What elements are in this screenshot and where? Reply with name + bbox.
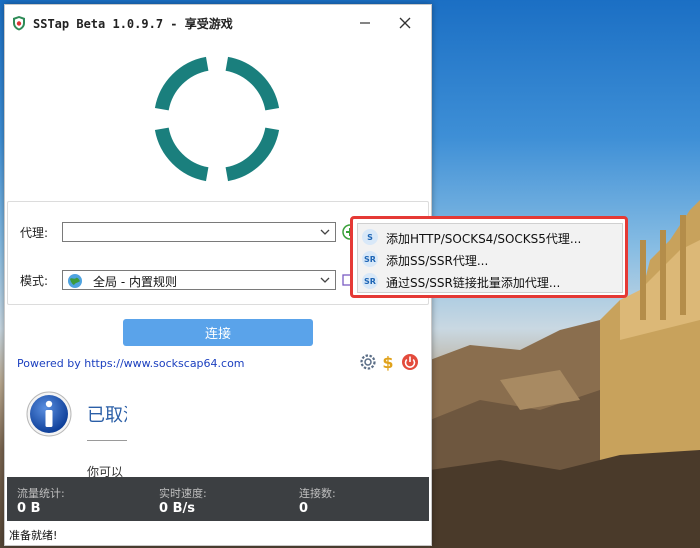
svg-text:$: $ [382, 353, 393, 371]
connect-button[interactable]: 连接 [123, 319, 313, 346]
minimize-button[interactable] [351, 11, 379, 35]
status-description: 你可以 [87, 465, 124, 477]
status-bar: 准备就绪! [5, 523, 431, 545]
menu-list: S 添加HTTP/SOCKS4/SOCKS5代理... SR 添加SS/SSR代… [357, 223, 623, 293]
proxy-select[interactable] [62, 222, 336, 242]
ssr-icon: SR [362, 273, 378, 289]
mode-label: 模式: [20, 274, 49, 288]
speed-value: 0 B/s [159, 501, 195, 516]
proxy-label: 代理: [20, 226, 49, 240]
status-title: 已取消 [87, 405, 127, 426]
close-button[interactable] [391, 11, 419, 35]
window-title: SSTap Beta 1.0.9.7 - 享受游戏 [33, 17, 233, 31]
sstap-logo-icon [13, 16, 25, 31]
close-icon [399, 17, 411, 29]
connections-label: 连接数: [299, 487, 336, 500]
traffic-value: 0 B [17, 501, 41, 516]
info-icon [26, 391, 72, 437]
mode-select[interactable]: 全局 - 内置规则 [62, 270, 336, 290]
power-icon[interactable] [401, 353, 419, 371]
menu-item-label: 添加HTTP/SOCKS4/SOCKS5代理... [386, 232, 582, 246]
chevron-down-icon [320, 277, 330, 283]
dollar-icon[interactable]: $ [379, 353, 397, 371]
add-proxy-menu: S 添加HTTP/SOCKS4/SOCKS5代理... SR 添加SS/SSR代… [350, 216, 628, 298]
traffic-label: 流量统计: [17, 487, 65, 500]
speed-label: 实时速度: [159, 487, 207, 500]
socks-icon: S [362, 229, 378, 245]
menu-item-add-http-socks[interactable]: S 添加HTTP/SOCKS4/SOCKS5代理... [358, 226, 622, 248]
powered-by-link[interactable]: Powered by https://www.sockscap64.com [17, 357, 245, 370]
menu-item-add-ss-ssr[interactable]: SR 添加SS/SSR代理... [358, 248, 622, 270]
status-bar-text: 准备就绪! [9, 529, 58, 542]
mode-select-value: 全局 - 内置规则 [93, 275, 177, 289]
title-bar[interactable]: SSTap Beta 1.0.9.7 - 享受游戏 [5, 5, 431, 41]
status-divider [87, 440, 127, 441]
gear-icon[interactable] [359, 353, 377, 371]
stats-panel: 流量统计: 0 B 实时速度: 0 B/s 连接数: 0 [7, 477, 429, 521]
menu-item-label: 通过SS/SSR链接批量添加代理... [386, 276, 561, 290]
minimize-icon [360, 22, 370, 24]
connection-spinner-icon [154, 56, 280, 182]
menu-item-label: 添加SS/SSR代理... [386, 254, 489, 268]
chevron-down-icon [320, 229, 330, 235]
ssr-icon: SR [362, 251, 378, 267]
menu-item-batch-add-links[interactable]: SR 通过SS/SSR链接批量添加代理... [358, 270, 622, 292]
connections-value: 0 [299, 501, 309, 516]
globe-icon [68, 274, 82, 288]
